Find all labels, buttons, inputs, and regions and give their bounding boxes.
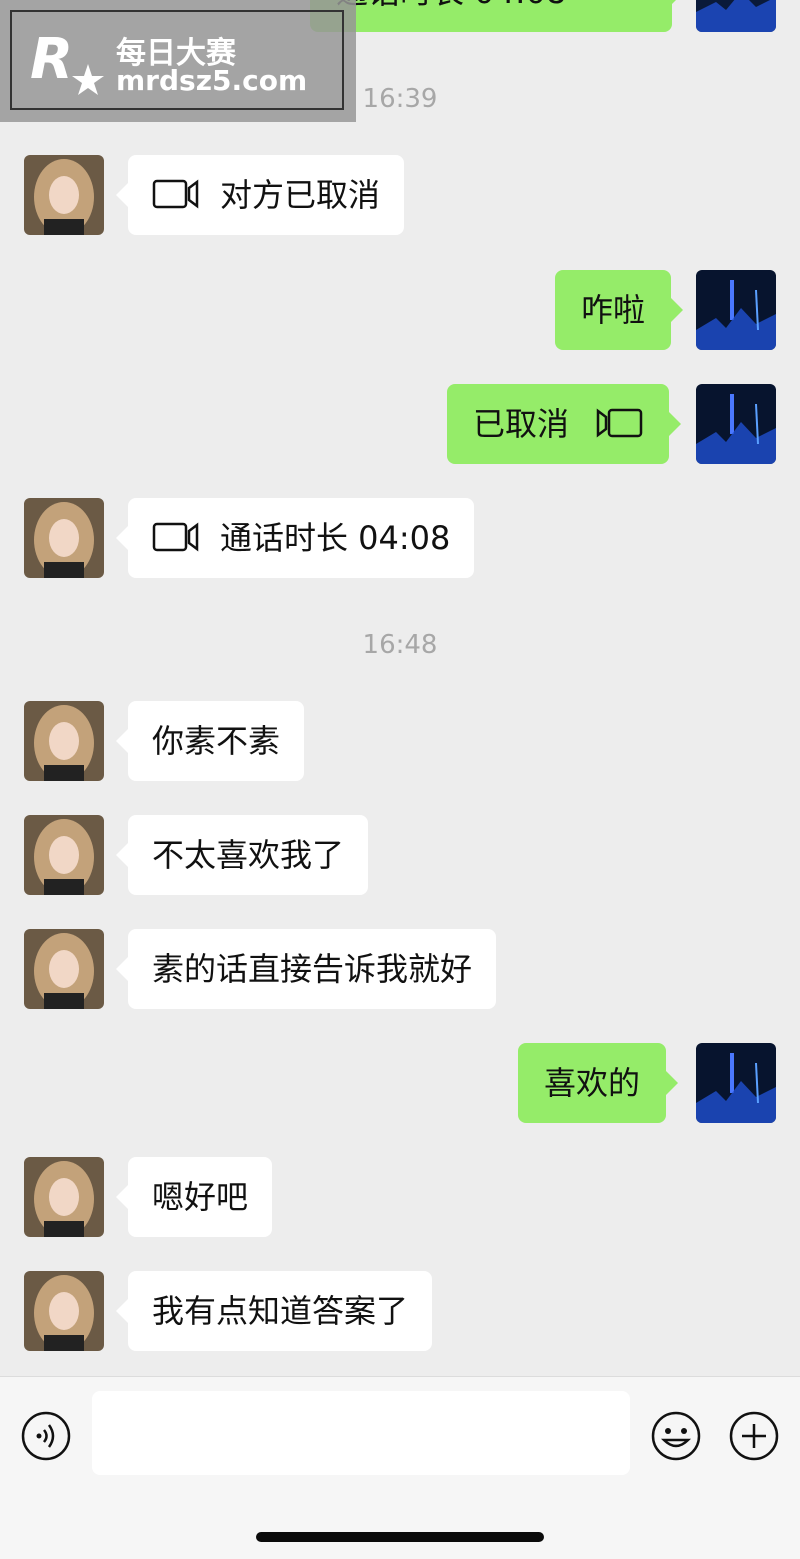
message-text: 你素不素	[152, 722, 281, 760]
message-bubble-outgoing[interactable]: 喜欢的	[518, 1043, 679, 1123]
message-bubble-incoming[interactable]: 我有点知道答案了	[115, 1271, 433, 1351]
my-avatar[interactable]	[696, 0, 776, 32]
watermark-url: mrdsz5.com	[116, 64, 308, 97]
emoji-icon[interactable]	[650, 1410, 702, 1462]
chat-area[interactable]: 通话时长 04:08 R 每日大赛 mrdsz5.com 16:39 对方已取消…	[0, 0, 800, 1376]
message-bubble-incoming[interactable]: 素的话直接告诉我就好	[115, 929, 497, 1009]
message-text: 素的话直接告诉我就好	[152, 950, 473, 988]
contact-avatar[interactable]	[24, 1157, 104, 1237]
contact-avatar[interactable]	[24, 929, 104, 1009]
message-text: 通话时长 04:08	[336, 0, 566, 11]
contact-avatar[interactable]	[24, 155, 104, 235]
contact-avatar[interactable]	[24, 815, 104, 895]
my-avatar[interactable]	[696, 1043, 776, 1123]
contact-avatar[interactable]	[24, 701, 104, 781]
message-bubble-outgoing[interactable]: 咋啦	[555, 270, 684, 350]
timestamp: 16:48	[362, 630, 438, 660]
contact-avatar[interactable]	[24, 498, 104, 578]
contact-avatar[interactable]	[24, 1271, 104, 1351]
message-bubble-incoming[interactable]: 通话时长 04:08	[115, 498, 475, 578]
message-text: 通话时长 04:08	[220, 519, 451, 557]
message-text: 不太喜欢我了	[152, 836, 345, 874]
message-bubble-incoming[interactable]: 不太喜欢我了	[115, 815, 369, 895]
message-bubble-incoming[interactable]: 对方已取消	[115, 155, 405, 235]
message-input[interactable]	[92, 1391, 630, 1475]
message-bubble-outgoing[interactable]: 已取消	[447, 384, 682, 464]
message-bubble-incoming[interactable]: 嗯好吧	[115, 1157, 273, 1237]
video-call-icon	[152, 522, 199, 552]
message-bubble-outgoing[interactable]: 通话时长 04:08	[310, 0, 684, 32]
my-avatar[interactable]	[696, 270, 776, 350]
message-bubble-incoming[interactable]: 你素不素	[115, 701, 305, 781]
watermark-logo-icon: R	[30, 27, 104, 95]
message-text: 我有点知道答案了	[152, 1292, 409, 1330]
svg-text:R: R	[30, 27, 73, 92]
home-indicator	[256, 1532, 544, 1542]
video-call-icon	[596, 408, 643, 438]
watermark: R 每日大赛 mrdsz5.com	[0, 0, 356, 122]
voice-icon[interactable]	[20, 1410, 72, 1462]
plus-icon[interactable]	[728, 1410, 780, 1462]
message-text: 已取消	[473, 405, 570, 443]
message-text: 咋啦	[581, 291, 646, 329]
my-avatar[interactable]	[696, 384, 776, 464]
message-text: 对方已取消	[220, 176, 381, 214]
message-text: 嗯好吧	[152, 1178, 249, 1216]
video-call-icon	[152, 179, 199, 209]
input-bar	[0, 1376, 800, 1559]
message-text: 喜欢的	[544, 1064, 641, 1102]
